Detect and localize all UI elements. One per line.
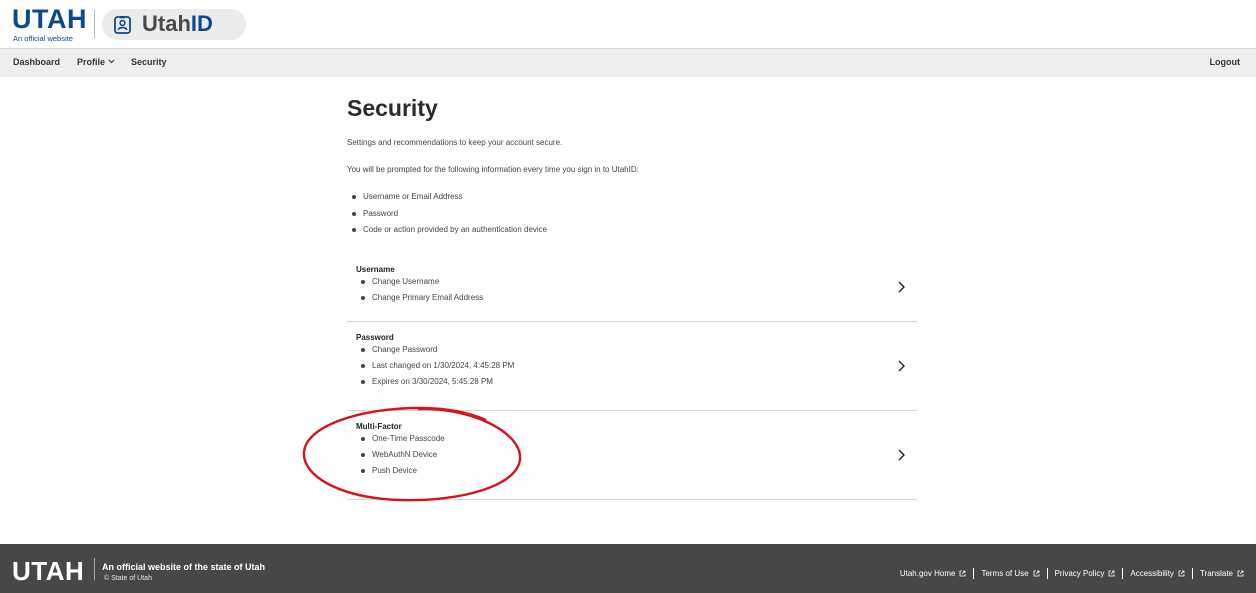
footer-link-utah-gov[interactable]: Utah.gov Home [900,569,967,578]
site-footer: UTAH An official website of the state of… [0,544,1256,593]
external-link-icon [1178,570,1185,577]
nav-dashboard[interactable]: Dashboard [13,57,60,67]
list-item: Change Primary Email Address [356,293,483,309]
page-title: Security [347,95,438,121]
external-link-icon [1108,570,1115,577]
nav-profile[interactable]: Profile [77,57,115,67]
official-website-label: An official website [13,34,73,43]
footer-link-accessibility[interactable]: Accessibility [1130,569,1185,578]
utahid-wordmark-accent: ID [190,11,213,36]
main-nav: Dashboard Profile Security Logout [0,48,1256,77]
footer-links: Utah.gov Home Terms of Use Privacy Polic… [900,568,1244,579]
list-item: Push Device [356,466,445,482]
card-items: One-Time Passcode WebAuthN Device Push D… [356,434,445,482]
footer-separator [1191,568,1193,579]
utahid-wordmark-main: Utah [142,11,191,36]
page-subtitle: Settings and recommendations to keep you… [347,138,563,147]
nav-security[interactable]: Security [131,57,167,67]
footer-official-text: An official website of the state of Utah [102,562,266,572]
external-link-icon [1237,570,1244,577]
utahid-wordmark: UtahID [142,11,213,37]
logout-link[interactable]: Logout [1210,57,1241,67]
footer-link-privacy[interactable]: Privacy Policy [1055,569,1116,578]
footer-utah-logo[interactable]: UTAH [12,556,84,587]
list-item: Code or action provided by an authentica… [347,225,547,242]
external-link-icon [960,570,966,577]
list-item: Last changed on 1/30/2024, 4:45:28 PM [356,361,514,377]
card-title: Username [356,265,395,274]
footer-link-terms[interactable]: Terms of Use [981,569,1039,578]
chevron-right-icon [898,281,905,293]
logo-divider [94,10,95,38]
sign-in-requirements-list: Username or Email Address Password Code … [347,192,547,242]
list-item: Change Username [356,277,483,293]
chevron-down-icon [108,59,115,64]
utah-logo[interactable]: UTAH An official website [12,4,94,44]
chevron-right-icon [898,449,905,461]
card-items: Change Username Change Primary Email Add… [356,277,483,309]
footer-link-label: Terms of Use [981,569,1029,578]
card-items: Change Password Last changed on 1/30/202… [356,345,514,393]
sign-in-prompt: You will be prompted for the following i… [347,165,639,174]
list-item: Username or Email Address [347,192,547,209]
multi-factor-card[interactable]: Multi-Factor One-Time Passcode WebAuthN … [347,411,917,500]
username-card[interactable]: Username Change Username Change Primary … [347,261,917,322]
footer-separator [1122,568,1124,579]
footer-copyright: © State of Utah [104,575,152,582]
footer-link-label: Translate [1199,569,1233,578]
list-item: Expires on 3/30/2024, 5:45:28 PM [356,377,514,393]
chevron-right-icon [898,360,905,372]
site-header: UTAH An official website UtahID [0,0,1256,48]
list-item: Password [347,209,547,226]
card-title: Multi-Factor [356,422,402,431]
external-link-icon [1033,570,1039,577]
utah-logo-text: UTAH [12,4,87,34]
footer-link-label: Accessibility [1130,569,1174,578]
list-item: WebAuthN Device [356,450,445,466]
footer-separator [973,568,975,579]
footer-link-label: Privacy Policy [1054,569,1105,578]
utahid-logo[interactable]: UtahID [102,9,246,40]
id-badge-icon [114,16,131,34]
card-title: Password [356,333,394,342]
footer-separator [1046,568,1048,579]
footer-divider [94,558,95,580]
password-card[interactable]: Password Change Password Last changed on… [347,322,917,411]
footer-link-translate[interactable]: Translate [1200,569,1244,578]
list-item: Change Password [356,345,514,361]
footer-link-label: Utah.gov Home [899,569,956,578]
list-item: One-Time Passcode [356,434,445,450]
nav-profile-label: Profile [77,57,106,67]
